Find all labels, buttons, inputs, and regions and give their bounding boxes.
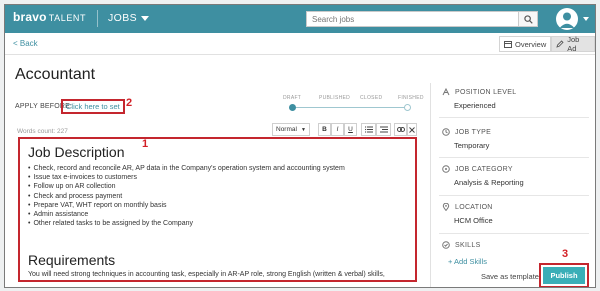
category-icon <box>442 165 450 173</box>
status-dot-end <box>404 104 411 111</box>
tab-overview-label: Overview <box>515 39 547 49</box>
save-as-template-button[interactable]: Save as template <box>481 272 539 281</box>
search-icon <box>523 14 533 24</box>
jobs-menu-label: JOBS <box>108 12 138 24</box>
location-value: HCM Office <box>454 216 493 225</box>
format-select[interactable]: Normal ▼ <box>272 123 310 136</box>
format-select-value: Normal <box>276 126 297 133</box>
location-pin-icon <box>442 203 450 211</box>
list-item: Check and process payment <box>28 192 345 201</box>
location-section[interactable]: LOCATION HCM Office <box>442 203 493 225</box>
divider <box>439 233 589 234</box>
clear-format-button[interactable] <box>407 123 417 136</box>
logo-subtext: TALENT <box>48 13 87 23</box>
job-category-section[interactable]: JOB CATEGORY Analysis & Reporting <box>442 165 524 187</box>
clock-icon <box>442 128 450 136</box>
publish-highlight: Publish <box>539 263 589 287</box>
divider <box>97 10 98 27</box>
skills-icon <box>442 241 450 249</box>
tab-overview[interactable]: Overview <box>499 36 552 52</box>
position-level-value: Experienced <box>454 101 496 110</box>
back-link[interactable]: < Back <box>13 39 38 48</box>
section-heading: Job Description <box>28 144 125 160</box>
position-level-icon <box>442 88 450 96</box>
status-step-draft: DRAFT <box>283 95 302 101</box>
bold-button[interactable]: B <box>318 123 331 136</box>
search-button[interactable] <box>518 12 537 26</box>
job-type-label: JOB TYPE <box>455 128 492 136</box>
status-track <box>292 107 408 108</box>
job-type-value: Temporary <box>454 141 490 150</box>
divider <box>439 195 589 196</box>
chevron-down-icon: ▼ <box>301 126 306 133</box>
status-step-published: PUBLISHED <box>319 95 351 101</box>
bold-label: B <box>322 126 327 133</box>
job-category-label: JOB CATEGORY <box>455 165 513 173</box>
underline-button[interactable]: U <box>344 123 357 136</box>
job-details-panel: POSITION LEVEL Experienced JOB TYPE Temp… <box>430 83 595 287</box>
top-navigation-bar: bravo TALENT JOBS <box>5 5 595 33</box>
location-label: LOCATION <box>455 203 493 211</box>
app-window: bravoTALENT JOBS < Back <box>4 4 596 288</box>
brand-logo[interactable]: bravo TALENT <box>13 10 86 24</box>
user-icon <box>559 12 575 28</box>
link-button[interactable] <box>394 123 407 136</box>
italic-label: I <box>336 126 339 133</box>
italic-button[interactable]: I <box>331 123 344 136</box>
link-icon <box>396 127 405 132</box>
section-heading: Requirements <box>28 252 116 268</box>
view-tabs: Overview Job Ad <box>499 35 595 53</box>
sub-navigation-bar: < Back Overview Job Ad <box>5 33 595 55</box>
position-level-section[interactable]: POSITION LEVEL Experienced <box>442 88 516 110</box>
add-skills-link[interactable]: + Add Skills <box>448 257 487 266</box>
chevron-down-icon[interactable] <box>583 17 589 21</box>
position-level-label: POSITION LEVEL <box>455 88 517 96</box>
job-category-value: Analysis & Reporting <box>454 178 524 187</box>
status-dot-current <box>289 104 296 111</box>
list-item: Prepare VAT, WHT report on monthly basis <box>28 201 345 210</box>
bullet-list-button[interactable] <box>376 123 391 136</box>
annotation-number: 2 <box>126 97 133 109</box>
overview-icon <box>504 40 512 48</box>
job-description-editor[interactable]: Job Description Check, record and reconc… <box>18 137 417 282</box>
set-deadline-link[interactable]: Click here to set <box>61 99 125 114</box>
publish-button[interactable]: Publish <box>543 267 585 284</box>
list-item: Check, record and reconcile AR, AP data … <box>28 164 344 173</box>
jobs-menu[interactable]: JOBS <box>108 12 150 24</box>
user-avatar[interactable] <box>556 8 578 30</box>
requirements-text: You will need strong techniques in accou… <box>28 271 385 278</box>
list-item: Follow up on AR collection <box>28 182 345 191</box>
status-step-finished: FINISHED <box>398 95 424 101</box>
bullet-list-icon <box>379 126 388 133</box>
skills-section: SKILLS <box>442 241 481 249</box>
ordered-list-button[interactable] <box>361 123 376 136</box>
logo-text: bravo <box>13 10 47 24</box>
list-item: Other related tasks to be assigned by th… <box>28 219 345 228</box>
list-item: Issue tax e-invoices to customers <box>28 173 345 182</box>
skills-label: SKILLS <box>455 241 481 249</box>
chevron-down-icon <box>141 15 150 21</box>
clear-format-icon <box>409 126 415 133</box>
search-input[interactable] <box>307 12 518 26</box>
page-title: Accountant <box>15 66 96 83</box>
search-box <box>306 11 538 27</box>
edit-icon <box>556 40 564 48</box>
underline-label: U <box>348 126 353 133</box>
job-type-section[interactable]: JOB TYPE Temporary <box>442 128 491 150</box>
divider <box>439 117 589 118</box>
list-item: Admin assistance <box>28 210 345 219</box>
tab-job-ad-label: Job Ad <box>567 35 580 53</box>
tab-job-ad[interactable]: Job Ad <box>551 35 595 53</box>
status-step-closed: CLOSED <box>360 95 383 101</box>
ordered-list-icon <box>364 126 373 133</box>
words-count: Words count: 227 <box>17 128 68 135</box>
divider <box>439 157 589 158</box>
annotation-number: 3 <box>562 248 569 260</box>
annotation-number: 1 <box>142 138 149 150</box>
responsibilities-list: Check, record and reconcile AR, AP data … <box>28 164 345 228</box>
